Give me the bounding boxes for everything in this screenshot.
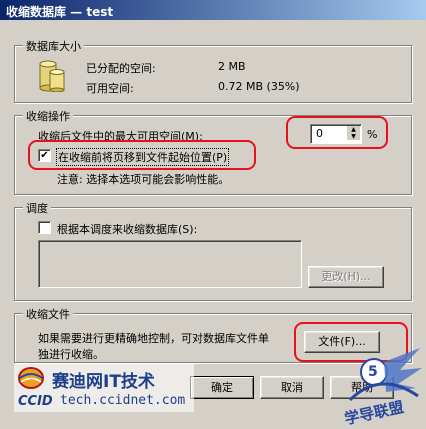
ccid-brand-mark: CCID xyxy=(18,394,53,409)
allocated-space-value: 2 MB xyxy=(218,60,246,73)
title-bar[interactable]: 收缩数据库 — test xyxy=(0,0,426,20)
schedule-description-box xyxy=(38,240,302,288)
ccid-site-name: 赛迪网IT技术 xyxy=(52,372,155,392)
move-pages-highlight-ring xyxy=(28,140,256,170)
union-logo-number: 5 xyxy=(368,364,378,380)
schedule-legend: 调度 xyxy=(23,200,51,216)
spinner-highlight-ring xyxy=(286,116,388,149)
change-schedule-button[interactable]: 更改(H)... xyxy=(308,266,384,288)
ok-button[interactable]: 确定 xyxy=(190,376,254,399)
cancel-button[interactable]: 取消 xyxy=(260,376,324,399)
ccid-globe-icon xyxy=(18,367,44,389)
shrink-file-description-line1: 如果需要进行更精确地控制，可对数据库文件单 xyxy=(38,332,269,345)
database-size-group: 数据库大小 xyxy=(14,38,412,103)
allocated-space-label: 已分配的空间: xyxy=(86,62,156,75)
union-logo-watermark: 5 学导联盟 xyxy=(340,340,424,428)
schedule-checkbox[interactable] xyxy=(38,221,51,234)
schedule-checkbox-label[interactable]: 根据本调度来收缩数据库(S): xyxy=(57,221,197,237)
shrink-file-description-line2: 独进行收缩。 xyxy=(38,348,104,361)
database-icon xyxy=(39,60,65,92)
database-size-legend: 数据库大小 xyxy=(23,38,84,54)
shrink-operations-legend: 收缩操作 xyxy=(23,108,73,124)
free-space-value: 0.72 MB (35%) xyxy=(218,80,300,93)
window-title: 收缩数据库 — test xyxy=(6,5,114,19)
free-space-label: 可用空间: xyxy=(86,82,134,95)
performance-note: 注意: 选择本选项可能会影响性能。 xyxy=(57,173,230,186)
ccid-watermark: 赛迪网IT技术 CCID tech.ccidnet.com xyxy=(14,364,194,412)
shrink-file-legend: 收缩文件 xyxy=(23,306,73,322)
ccid-url: tech.ccidnet.com xyxy=(60,393,186,408)
